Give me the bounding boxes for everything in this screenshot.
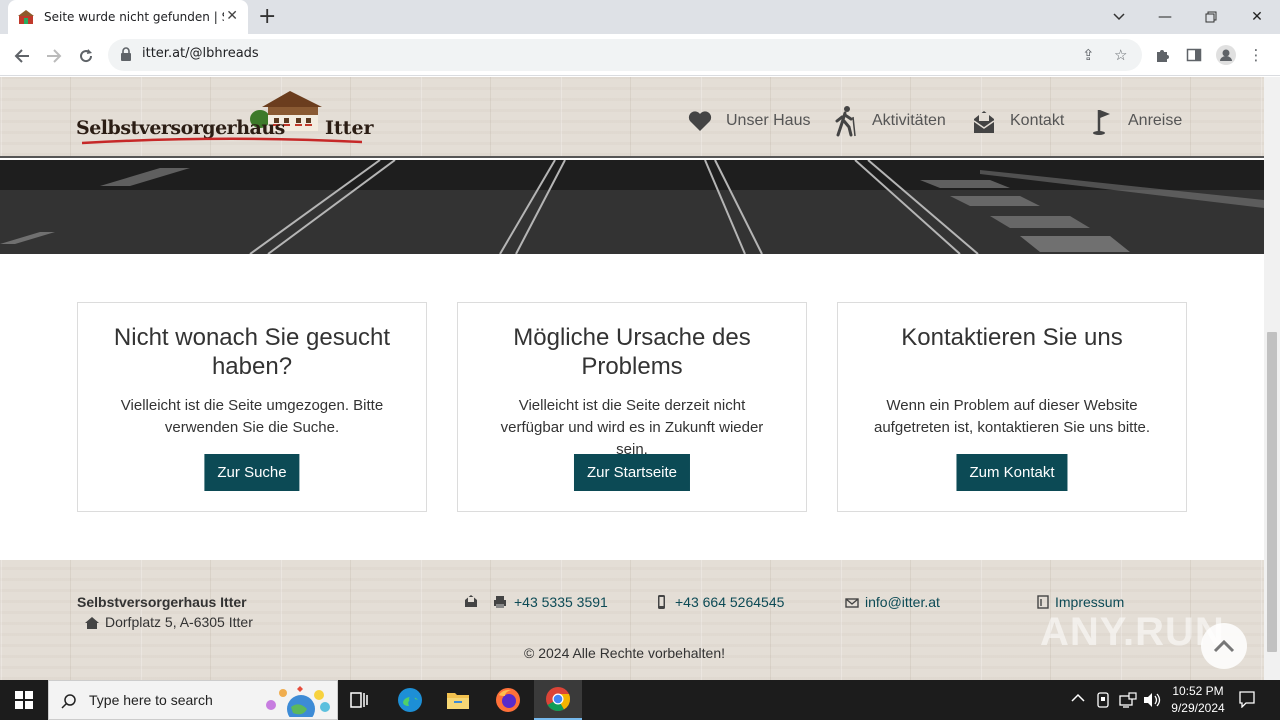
close-window-icon[interactable]: ✕ <box>1234 0 1280 34</box>
nav-label: Anreise <box>1128 112 1183 129</box>
network-icon[interactable] <box>1119 692 1137 712</box>
profile-avatar-icon[interactable] <box>1216 45 1236 65</box>
footer-mobile-link[interactable]: +43 664 5264545 <box>675 594 784 610</box>
logo-text-main: Selbstversorgerhaus <box>76 117 285 139</box>
hiker-icon <box>832 106 860 137</box>
nav-label: Aktivitäten <box>872 112 946 129</box>
scrollbar-thumb[interactable] <box>1267 332 1277 652</box>
nav-item-kontakt[interactable]: Kontakt <box>970 107 1064 135</box>
site-header: Selbstversorgerhaus Itter Unser Haus Akt… <box>0 77 1264 158</box>
footer-company-name: Selbstversorgerhaus Itter <box>77 594 247 610</box>
card-text: Vielleicht ist die Seite umgezogen. Bitt… <box>120 397 384 436</box>
windows-start-icon[interactable] <box>0 680 48 720</box>
card-text: Vielleicht ist die Seite derzeit nicht v… <box>500 397 764 458</box>
document-icon <box>1037 595 1049 609</box>
nav-item-anreise[interactable]: Anreise <box>1088 107 1182 135</box>
zur-suche-button[interactable]: Zur Suche <box>204 454 300 491</box>
taskbar-search-box[interactable]: Type here to search <box>48 680 338 720</box>
tray-chevron-up-icon[interactable] <box>1071 692 1085 707</box>
tray-device-icon[interactable] <box>1096 692 1110 712</box>
page-scrollbar[interactable] <box>1264 77 1280 680</box>
envelope-icon <box>465 595 477 607</box>
browser-menu-icon[interactable]: ⋮ <box>1246 45 1266 65</box>
mail-icon <box>970 107 998 135</box>
card-search: Nicht wonach Sie gesucht haben? Vielleic… <box>77 302 427 512</box>
lock-icon <box>121 47 131 61</box>
back-icon[interactable] <box>8 42 36 70</box>
footer-copyright: © 2024 Alle Rechte vorbehalten! <box>524 645 726 661</box>
flag-icon <box>1088 107 1116 135</box>
home-icon <box>85 617 99 629</box>
extensions-icon[interactable] <box>1152 45 1172 65</box>
card-title: Kontaktieren Sie uns <box>901 324 1123 351</box>
site-favicon-icon <box>18 10 34 24</box>
file-explorer-icon[interactable] <box>434 680 482 720</box>
email-icon <box>845 598 859 608</box>
footer-phone-link[interactable]: +43 5335 3591 <box>514 594 608 610</box>
heart-icon <box>686 107 714 135</box>
forward-icon[interactable] <box>40 42 68 70</box>
clock-date: 9/29/2024 <box>1171 701 1225 715</box>
nav-label: Unser Haus <box>726 112 811 129</box>
zum-kontakt-button[interactable]: Zum Kontakt <box>956 454 1068 491</box>
bookmark-star-icon[interactable]: ☆ <box>1114 46 1127 64</box>
railway-tracks-image <box>0 160 1264 254</box>
error-cards: Nicht wonach Sie gesucht haben? Vielleic… <box>77 302 1187 512</box>
card-cause: Mögliche Ursache des Problems Vielleicht… <box>457 302 807 512</box>
card-title: Nicht wonach Sie gesucht haben? <box>113 324 391 380</box>
share-icon[interactable]: ⇪ <box>1082 46 1095 64</box>
taskbar-clock[interactable]: 10:52 PM 9/29/2024 <box>1160 683 1236 717</box>
nav-item-aktivitaeten[interactable]: Aktivitäten <box>832 106 946 137</box>
task-view-icon[interactable] <box>336 680 384 720</box>
minimize-icon[interactable]: — <box>1142 0 1188 34</box>
windows-taskbar: Type here to search 10:52 PM 9/29/2024 <box>0 680 1280 720</box>
reload-icon[interactable] <box>72 42 100 70</box>
nav-label: Kontakt <box>1010 112 1065 129</box>
logo-text-itter: Itter <box>325 117 374 139</box>
edge-browser-icon[interactable] <box>386 680 434 720</box>
browser-tab[interactable]: Seite wurde nicht gefunden | Sel ✕ <box>8 0 248 34</box>
page-viewport: Selbstversorgerhaus Itter Unser Haus Akt… <box>0 77 1264 680</box>
zur-startseite-button[interactable]: Zur Startseite <box>573 454 691 491</box>
logo-swoosh <box>82 137 362 145</box>
footer-email-link[interactable]: info@itter.at <box>865 594 940 610</box>
fax-icon <box>494 596 506 608</box>
new-tab-icon[interactable]: + <box>258 4 276 29</box>
chevron-up-icon <box>1213 639 1235 653</box>
anyrun-watermark: ANY.RUN <box>1040 610 1225 654</box>
tab-title: Seite wurde nicht gefunden | Sel <box>44 10 224 24</box>
firefox-icon[interactable] <box>484 680 532 720</box>
search-placeholder: Type here to search <box>89 692 213 708</box>
browser-toolbar: itter.at/@lbhreads ⇪ ☆ ⋮ <box>0 34 1280 76</box>
clock-time: 10:52 PM <box>1172 684 1224 698</box>
chrome-icon[interactable] <box>534 680 582 720</box>
card-contact: Kontaktieren Sie uns Wenn ein Problem au… <box>837 302 1187 512</box>
address-bar[interactable]: itter.at/@lbhreads ⇪ ☆ <box>108 39 1142 71</box>
notification-icon[interactable] <box>1238 690 1256 712</box>
url-text: itter.at/@lbhreads <box>142 46 259 61</box>
back-to-top-button[interactable] <box>1201 623 1247 669</box>
browser-tab-bar: Seite wurde nicht gefunden | Sel ✕ + — ✕ <box>0 0 1280 34</box>
mobile-phone-icon <box>658 595 665 609</box>
nav-item-unser-haus[interactable]: Unser Haus <box>686 107 810 135</box>
footer-address: Dorfplatz 5, A-6305 Itter <box>105 614 253 630</box>
restore-icon[interactable] <box>1188 0 1234 34</box>
side-panel-icon[interactable] <box>1184 45 1204 65</box>
footer-impressum-link[interactable]: Impressum <box>1055 594 1124 610</box>
tab-close-icon[interactable]: ✕ <box>226 8 238 24</box>
tab-search-icon[interactable] <box>1096 0 1142 34</box>
card-text: Wenn ein Problem auf dieser Website aufg… <box>874 397 1150 436</box>
search-highlight-illustration-icon <box>266 686 330 717</box>
volume-icon[interactable] <box>1143 692 1161 712</box>
search-icon <box>61 694 76 709</box>
card-title: Mögliche Ursache des Problems <box>513 324 751 380</box>
hero-image <box>0 160 1264 254</box>
site-logo[interactable]: Selbstversorgerhaus Itter <box>76 89 374 149</box>
